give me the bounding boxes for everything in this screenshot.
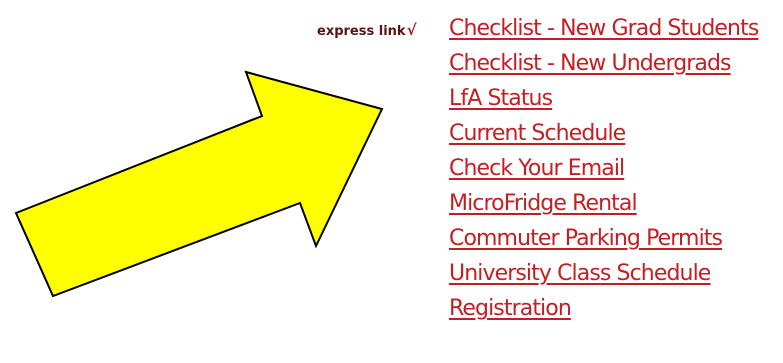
express-link-list: Checklist - New Grad Students Checklist …	[449, 12, 759, 327]
list-item: Commuter Parking Permits	[449, 222, 758, 257]
list-item: Checklist - New Grad Students	[449, 12, 759, 47]
list-item: MicroFridge Rental	[449, 187, 758, 222]
checkmark-icon: √	[406, 21, 417, 39]
link-lfa-status[interactable]: LfA Status	[449, 86, 553, 111]
express-link-header: express link√	[317, 21, 417, 39]
link-university-class-schedule[interactable]: University Class Schedule	[449, 261, 711, 286]
link-commuter-parking-permits[interactable]: Commuter Parking Permits	[449, 226, 723, 251]
link-registration[interactable]: Registration	[449, 296, 572, 321]
link-checklist-new-undergrads[interactable]: Checklist - New Undergrads	[449, 51, 732, 76]
link-check-your-email[interactable]: Check Your Email	[449, 156, 625, 181]
link-checklist-new-grad-students[interactable]: Checklist - New Grad Students	[449, 16, 759, 41]
list-item: LfA Status	[449, 82, 758, 117]
list-item: Checklist - New Undergrads	[449, 47, 758, 82]
link-microfridge-rental[interactable]: MicroFridge Rental	[449, 191, 638, 216]
arrow-shape	[14, 70, 384, 298]
list-item: Check Your Email	[449, 152, 758, 187]
list-item: Current Schedule	[449, 117, 758, 152]
link-current-schedule[interactable]: Current Schedule	[449, 121, 626, 146]
list-item: Registration	[449, 292, 758, 327]
express-link-label: express link	[317, 24, 406, 39]
list-item: University Class Schedule	[449, 257, 758, 292]
